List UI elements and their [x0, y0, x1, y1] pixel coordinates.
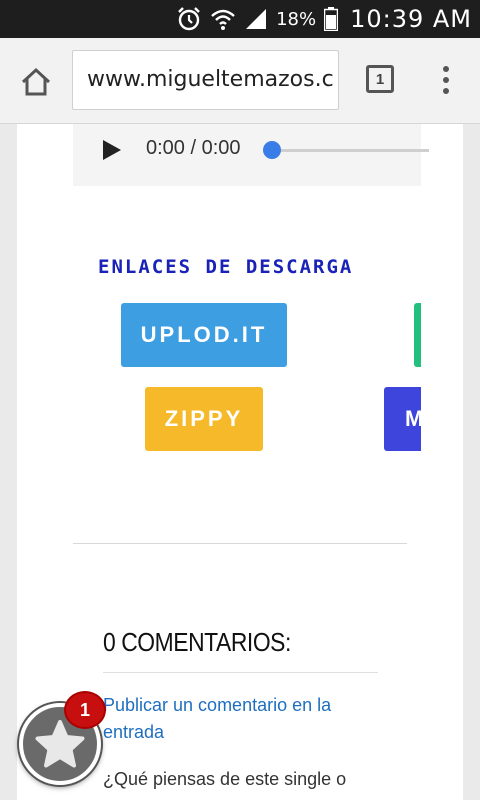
browser-toolbar: www.migueltemazos.c 1	[0, 38, 480, 124]
wifi-icon	[211, 9, 235, 30]
signal-icon	[246, 9, 267, 29]
play-icon[interactable]	[103, 140, 121, 160]
battery-percent: 18%	[276, 8, 317, 30]
comment-prompt: ¿Qué piensas de este single o	[103, 769, 347, 789]
home-button[interactable]	[14, 60, 58, 104]
overflow-menu-icon	[443, 66, 449, 72]
overflow-menu-button[interactable]	[434, 60, 458, 100]
status-icons: 18% 10:39 AM	[176, 0, 472, 38]
audio-seek-thumb[interactable]	[263, 141, 281, 159]
post-comment-link[interactable]: Publicar un comentario en la entrada	[103, 692, 363, 746]
download-button-green[interactable]	[414, 303, 421, 367]
home-icon	[21, 67, 51, 96]
audio-player: 0:00 / 0:00	[73, 124, 429, 186]
audio-seek-track[interactable]	[269, 149, 429, 152]
audio-time: 0:00 / 0:00	[146, 137, 241, 159]
comments-divider	[103, 672, 378, 673]
clock: 10:39 AM	[350, 5, 472, 33]
downloads-title: ENLACES DE DESCARGA	[98, 256, 354, 278]
battery-icon	[324, 7, 339, 31]
tab-count: 1	[375, 70, 385, 88]
download-button-zippy[interactable]: ZIPPY	[145, 387, 263, 451]
url-bar[interactable]: www.migueltemazos.c	[72, 50, 339, 110]
download-button-m[interactable]: M	[384, 387, 421, 451]
tabs-button[interactable]: 1	[366, 65, 394, 93]
status-bar: 18% 10:39 AM	[0, 0, 480, 38]
notification-badge: 1	[64, 691, 106, 729]
comments-heading: 0 COMENTARIOS:	[103, 627, 291, 657]
alarm-icon	[178, 7, 200, 31]
divider	[73, 543, 407, 544]
download-button-uplod[interactable]: UPLOD.IT	[121, 303, 287, 367]
